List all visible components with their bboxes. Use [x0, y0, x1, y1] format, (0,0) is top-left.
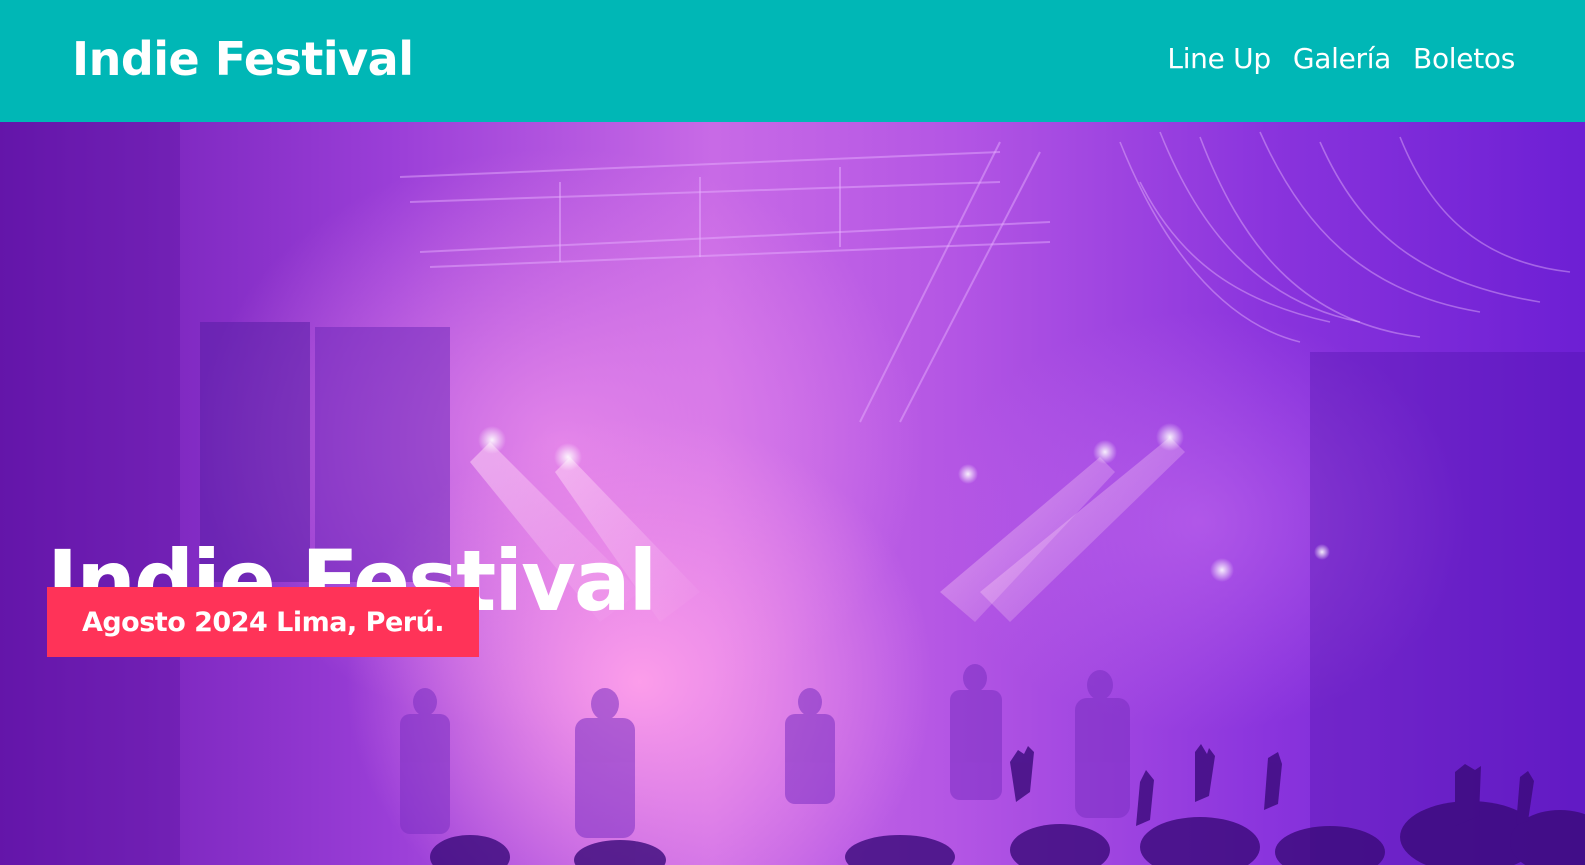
- page: Indie Festival Line Up Galería Boletos I…: [0, 0, 1585, 865]
- event-date-badge: Agosto 2024 Lima, Perú.: [47, 587, 479, 657]
- concert-stage-image: [0, 122, 1585, 865]
- main-nav: Line Up Galería Boletos: [1167, 38, 1515, 80]
- nav-link-line-up[interactable]: Line Up: [1167, 38, 1271, 80]
- site-header: Indie Festival Line Up Galería Boletos: [0, 0, 1585, 122]
- nav-link-boletos[interactable]: Boletos: [1413, 38, 1515, 80]
- hero-section: Indie Festival Agosto 2024 Lima, Perú.: [0, 122, 1585, 865]
- nav-link-galeria[interactable]: Galería: [1293, 38, 1392, 80]
- brand-logo[interactable]: Indie Festival: [72, 30, 414, 88]
- event-date-text: Agosto 2024 Lima, Perú.: [81, 606, 445, 638]
